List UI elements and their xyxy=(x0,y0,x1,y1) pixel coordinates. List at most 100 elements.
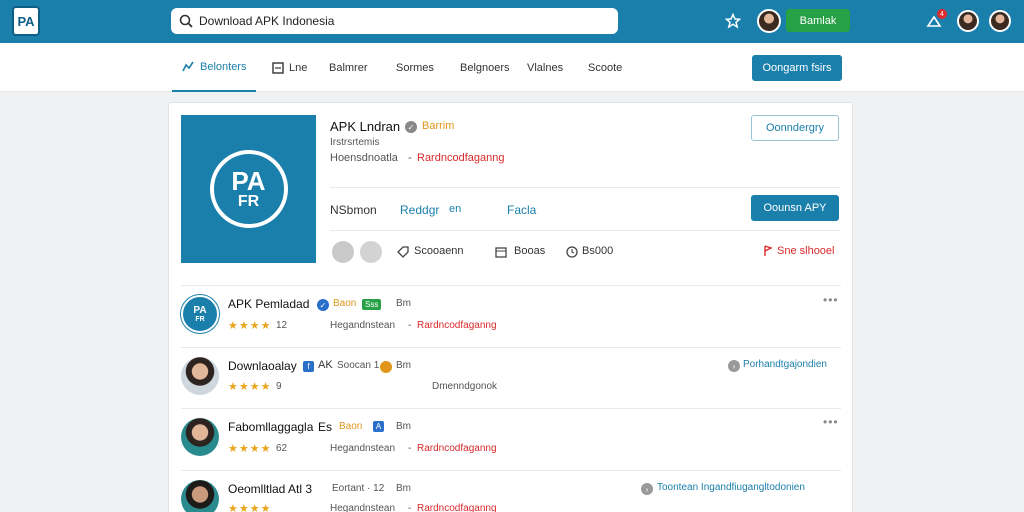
stats-icon xyxy=(182,61,194,71)
divider xyxy=(330,230,840,231)
stat-text: Booas xyxy=(514,245,546,257)
list-item-tag: Baon xyxy=(339,421,363,432)
list-item-avatar xyxy=(181,480,219,512)
tab-sormes[interactable]: Sormes xyxy=(396,43,434,92)
list-item-rating: 62 xyxy=(276,443,288,454)
verified-icon: ✓ xyxy=(317,299,329,311)
calendar-icon xyxy=(495,247,507,258)
more-icon[interactable]: ••• xyxy=(823,415,839,429)
square-icon xyxy=(272,61,284,74)
list-item-link[interactable]: Rardncodfaganng xyxy=(417,443,497,454)
platform-icon: f xyxy=(303,361,314,372)
clock-icon xyxy=(566,246,578,258)
list-item-title[interactable]: Fabomllaggagla xyxy=(228,420,313,434)
platform-icon: A xyxy=(373,421,384,432)
top-bar: PA Bamlak 4 xyxy=(0,0,1024,43)
arrow-icon: › xyxy=(641,483,653,495)
list-item-right-link[interactable]: Toontean Ingandfiugangltodonien xyxy=(657,482,805,493)
list-item-link[interactable]: Rardncodfaganng xyxy=(417,320,497,331)
list-item-title[interactable]: APK Pemladad xyxy=(228,297,309,311)
tab-label: Vlalnes xyxy=(527,61,564,74)
star-rating: ★★★★ xyxy=(228,503,272,512)
tab-label: Sormes xyxy=(396,61,434,74)
app-card: PA FR APK Lndran ✓ Barrim Irstrsrtemis H… xyxy=(168,102,853,512)
list-item-title[interactable]: Downlaoalay xyxy=(228,359,297,373)
coin-icon xyxy=(380,361,392,373)
tab-belonters[interactable]: Belonters xyxy=(172,43,257,92)
list-item-link[interactable]: Rardncodfaganng xyxy=(417,503,497,512)
stat-text: Bs000 xyxy=(582,245,614,257)
star-icon[interactable] xyxy=(722,10,744,32)
info-link[interactable]: Reddgr xyxy=(400,203,439,217)
user-avatar[interactable] xyxy=(957,10,979,32)
app-title: APK Lndran xyxy=(330,119,401,134)
tab-label: Belonters xyxy=(200,60,247,73)
logo-bottom: FR xyxy=(195,315,205,323)
list-item-size: Bm xyxy=(396,360,411,371)
list-item-green-tag: Sss xyxy=(362,299,382,310)
tab-vlalnes[interactable]: Vlalnes xyxy=(527,43,563,92)
list-item-size: Bm xyxy=(396,483,411,494)
tab-label: Balmrer xyxy=(329,61,368,74)
list-item-rating: 12 xyxy=(276,320,288,331)
nav-bar: Belonters Lne Balmrer Sormes Belgnoers V… xyxy=(0,43,1024,92)
tab-belgnoers[interactable]: Belgnoers xyxy=(460,43,510,92)
tab-label: Lne xyxy=(289,61,308,74)
tab-balmrer[interactable]: Balmrer xyxy=(329,43,368,92)
green-action-button[interactable]: Bamlak xyxy=(786,9,850,32)
tab-lne[interactable]: Lne xyxy=(272,43,307,92)
list-item-desc: Hegandnstean xyxy=(330,320,396,331)
report-link[interactable]: Sne slhooel xyxy=(777,245,835,257)
divider xyxy=(181,470,841,471)
hero-logo-bottom: FR xyxy=(237,193,260,210)
info-link-suffix[interactable]: en xyxy=(449,203,461,215)
list-item-desc: Dmenndgonok xyxy=(432,381,498,392)
tab-scoote[interactable]: Scoote xyxy=(588,43,622,92)
tag-icon xyxy=(397,246,409,258)
list-item-desc: Hegandnstean xyxy=(330,503,396,512)
flag-icon xyxy=(764,245,773,256)
list-item-right-link[interactable]: Porhandtgajondien xyxy=(743,359,827,370)
search-input[interactable] xyxy=(199,14,599,28)
list-item-logo: PA FR xyxy=(181,295,219,333)
separator: - xyxy=(408,503,412,512)
stat-text: Scooaenn xyxy=(414,245,464,257)
share-icon[interactable] xyxy=(332,241,354,263)
more-icon[interactable]: ••• xyxy=(823,293,839,307)
list-item-avatar xyxy=(181,357,219,395)
separator: - xyxy=(408,443,412,454)
info-right-link[interactable]: Facla xyxy=(507,203,536,217)
search-bar[interactable] xyxy=(171,8,618,34)
logo-top: PA xyxy=(193,304,207,316)
divider xyxy=(181,347,841,348)
secondary-button[interactable]: Oonndergry xyxy=(751,115,839,141)
primary-nav-button[interactable]: Oongarm fsirs xyxy=(752,55,842,81)
tab-label: Scoote xyxy=(588,61,623,74)
search-icon xyxy=(179,14,193,28)
avatar[interactable] xyxy=(757,9,781,33)
list-item-mid: Eortant · 12 xyxy=(332,483,385,494)
app-meta-link[interactable]: Rardncodfaganng xyxy=(417,152,504,164)
app-meta: Hoensdnoatla xyxy=(330,152,398,164)
star-rating: ★★★★ xyxy=(228,443,272,455)
star-rating: ★★★★ xyxy=(228,320,272,332)
divider xyxy=(181,408,841,409)
divider xyxy=(330,187,840,188)
profile-avatar[interactable] xyxy=(989,10,1011,32)
download-button[interactable]: Oounsn APY xyxy=(751,195,839,221)
separator: - xyxy=(408,320,412,331)
info-icon[interactable] xyxy=(360,241,382,263)
arrow-icon: › xyxy=(728,360,740,372)
app-logo[interactable]: PA xyxy=(12,6,40,36)
list-item-pre: AK xyxy=(318,359,333,371)
list-item-title-suffix: Es xyxy=(318,420,333,434)
list-item-rating: 9 xyxy=(276,381,282,392)
list-item-title[interactable]: Oeomlltlad Atl 3 xyxy=(228,482,312,496)
app-hero-image: PA FR xyxy=(181,115,316,263)
star-rating: ★★★★ xyxy=(228,381,272,393)
app-badge: Barrim xyxy=(422,120,455,132)
list-item-size: Bm xyxy=(396,421,411,432)
separator: - xyxy=(408,152,412,164)
list-item-size: Bm xyxy=(396,298,411,309)
hero-logo: PA FR xyxy=(209,150,288,228)
